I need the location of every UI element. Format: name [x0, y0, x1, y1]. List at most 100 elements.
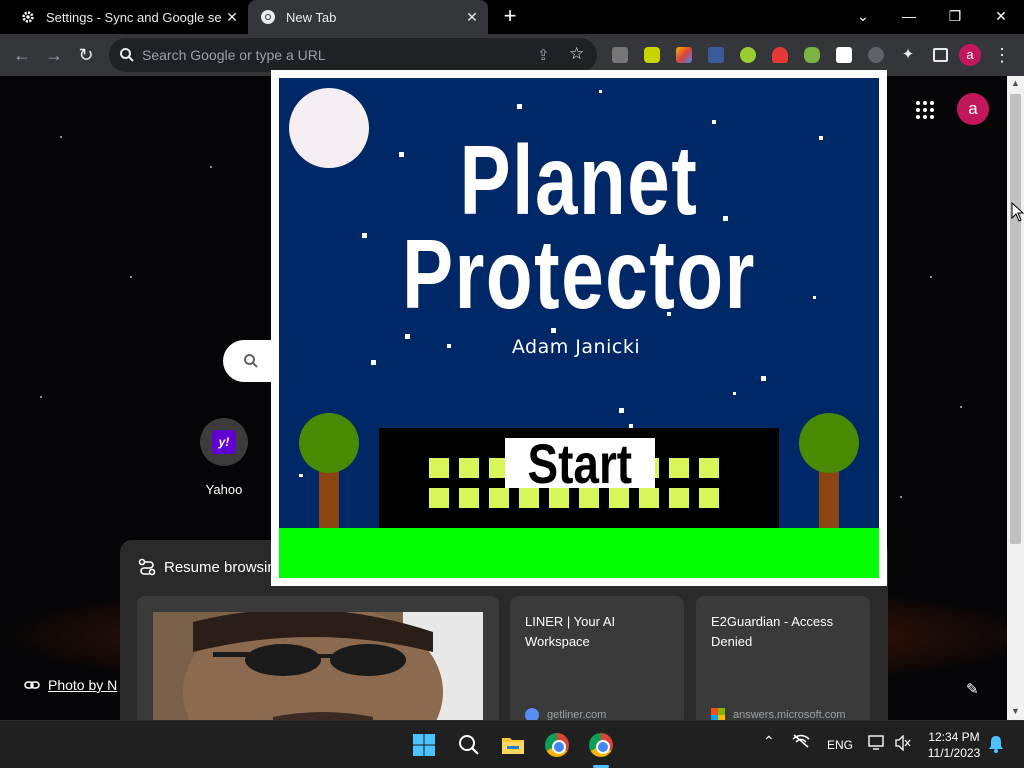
address-input[interactable]: [142, 38, 522, 72]
building-window: [459, 458, 479, 478]
display-icon[interactable]: [868, 735, 886, 754]
card-title: LINER | Your AI Workspace: [525, 614, 616, 649]
resume-browsing-title: Resume browsin: [138, 558, 276, 576]
network-icon[interactable]: [792, 734, 810, 751]
minimize-icon[interactable]: —: [886, 0, 932, 32]
resume-card[interactable]: LINER | Your AI Workspace getliner.com: [510, 596, 684, 726]
building-window: [699, 488, 719, 508]
tab-title: Settings - Sync and Google servi: [46, 9, 222, 25]
building-window: [429, 488, 449, 508]
share-icon[interactable]: ⇪: [537, 46, 550, 64]
game-title-line-1: Planet: [459, 125, 699, 235]
link-icon: [24, 681, 40, 689]
background-star: [40, 396, 42, 398]
game-star: [517, 104, 522, 109]
close-tab-icon[interactable]: ✕: [462, 9, 482, 26]
close-tab-icon[interactable]: ✕: [222, 9, 242, 26]
chrome-icon[interactable]: [544, 732, 570, 758]
scroll-down-icon[interactable]: ▼: [1007, 706, 1024, 716]
shortcut-label: Yahoo: [205, 482, 243, 497]
game-star: [619, 408, 624, 413]
file-explorer-icon[interactable]: [500, 732, 526, 758]
background-star: [60, 136, 62, 138]
resume-card[interactable]: E2Guardian - Access Denied answers.micro…: [696, 596, 870, 726]
yahoo-icon: y!: [212, 430, 236, 454]
extension-icon[interactable]: [862, 41, 890, 69]
profile-avatar[interactable]: a: [959, 44, 981, 66]
omnibox[interactable]: ⇪ ☆: [109, 38, 597, 72]
game-window: Planet Protector Adam Janicki Start: [271, 70, 887, 586]
reload-icon[interactable]: ↻: [72, 41, 100, 69]
extension-icon[interactable]: [830, 41, 858, 69]
restore-icon[interactable]: ❐: [932, 0, 978, 32]
building-window: [489, 488, 509, 508]
shortcut-yahoo[interactable]: y!: [200, 418, 248, 466]
chevron-up-icon[interactable]: ⌃: [763, 733, 775, 750]
chrome-icon: [260, 9, 276, 25]
gear-icon: [20, 9, 36, 25]
volume-muted-icon[interactable]: [894, 734, 912, 754]
extension-icon[interactable]: [766, 41, 794, 69]
forward-icon[interactable]: →: [40, 41, 68, 69]
back-icon[interactable]: ←: [8, 41, 36, 69]
extension-icon[interactable]: [638, 41, 666, 69]
game-star: [712, 120, 716, 124]
card-title: E2Guardian - Access Denied: [711, 614, 834, 649]
menu-icon[interactable]: ⋮: [988, 41, 1016, 69]
game-star: [819, 136, 823, 140]
extension-icon[interactable]: [798, 41, 826, 69]
card-thumbnail: [153, 612, 483, 732]
extension-icon[interactable]: [702, 41, 730, 69]
tab-title: New Tab: [286, 9, 337, 25]
extension-icon[interactable]: [734, 41, 762, 69]
windows-start-icon[interactable]: [411, 732, 437, 758]
side-panel-icon[interactable]: [926, 41, 954, 69]
puzzle-icon[interactable]: ✦: [894, 41, 922, 69]
extensions-bar: ✦: [606, 41, 954, 69]
tab-new-tab[interactable]: New Tab ✕: [248, 0, 488, 34]
start-button[interactable]: Start: [505, 436, 655, 492]
tree-trunk: [819, 468, 839, 528]
notification-bell-icon[interactable]: [988, 735, 1004, 756]
mouse-cursor: [1011, 201, 1024, 227]
extension-icon[interactable]: [606, 41, 634, 69]
game-author: Adam Janicki: [511, 336, 641, 358]
game-canvas[interactable]: Planet Protector Adam Janicki Start: [279, 78, 879, 578]
background-star: [130, 276, 132, 278]
building-window: [459, 488, 479, 508]
journey-icon: [138, 558, 156, 576]
game-star: [733, 392, 736, 395]
tree: [799, 413, 859, 473]
background-star: [210, 166, 212, 168]
bookmark-star-icon[interactable]: ☆: [569, 44, 584, 64]
clock-time: 12:34 PM: [928, 730, 980, 744]
game-star: [299, 474, 303, 477]
search-icon[interactable]: [456, 732, 482, 758]
taskbar-clock[interactable]: 12:34 PM 11/1/2023: [918, 729, 990, 761]
background-star: [900, 496, 902, 498]
new-tab-button[interactable]: +: [498, 5, 522, 29]
scrollbar-thumb[interactable]: [1010, 94, 1021, 544]
account-avatar[interactable]: a: [957, 93, 989, 125]
extension-icon[interactable]: [670, 41, 698, 69]
game-title-line-2: Protector: [402, 219, 756, 329]
search-icon: [120, 48, 134, 62]
chrome-active-icon[interactable]: [588, 732, 614, 758]
background-star: [930, 276, 932, 278]
tab-strip: Settings - Sync and Google servi ✕ New T…: [0, 0, 1024, 34]
tree-trunk: [319, 468, 339, 528]
search-icon: [244, 354, 258, 368]
close-window-icon[interactable]: ✕: [978, 0, 1024, 32]
game-star: [599, 90, 602, 93]
google-apps-icon[interactable]: [914, 99, 936, 121]
tab-settings[interactable]: Settings - Sync and Google servi ✕: [8, 0, 248, 34]
background-star: [960, 406, 962, 408]
customize-pencil-icon[interactable]: ✎: [966, 680, 979, 698]
tab-search-icon[interactable]: ⌄: [840, 0, 886, 32]
game-star: [371, 360, 376, 365]
language-indicator[interactable]: ENG: [827, 738, 853, 752]
tree: [299, 413, 359, 473]
scrollbar[interactable]: ▲ ▼: [1007, 76, 1024, 720]
photo-credit-link[interactable]: Photo by N: [24, 677, 117, 693]
scroll-up-icon[interactable]: ▲: [1007, 78, 1024, 88]
